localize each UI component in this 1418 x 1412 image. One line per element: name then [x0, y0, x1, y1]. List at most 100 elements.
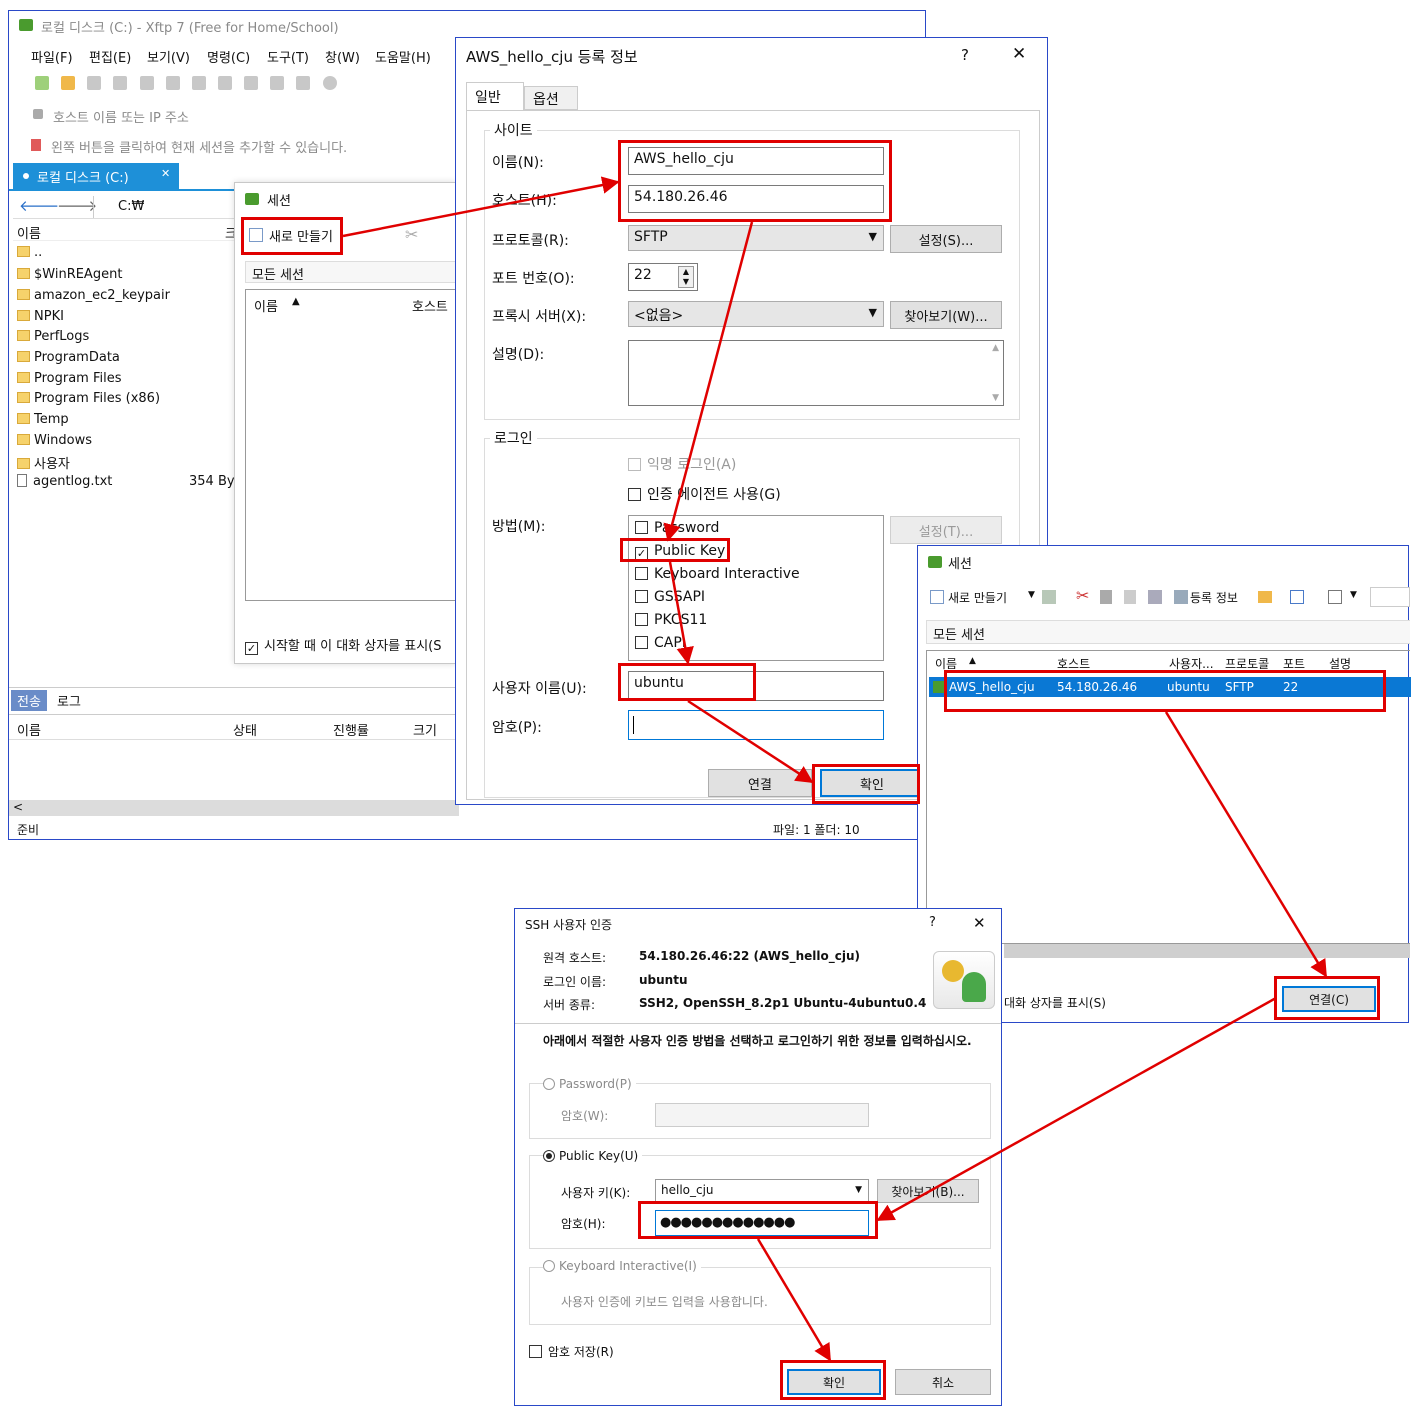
method-capi-checkbox[interactable]: [635, 636, 648, 649]
port-spinner-icon[interactable]: ▲ ▼: [678, 266, 694, 288]
session-large-show-at-start[interactable]: 대화 상자를 표시(S): [1004, 994, 1106, 1011]
ssh-close-button[interactable]: ✕: [973, 914, 986, 932]
copy-icon[interactable]: [191, 75, 206, 90]
disconnect-icon[interactable]: [113, 75, 128, 90]
kbd-option[interactable]: Keyboard Interactive(I): [543, 1259, 701, 1273]
address-bar[interactable]: 호스트 이름 또는 IP 주소: [29, 105, 459, 127]
menu-command[interactable]: 명령(C): [207, 47, 250, 66]
method-settings-button[interactable]: 설정(T)...: [890, 516, 1002, 544]
menu-edit[interactable]: 편집(E): [89, 47, 131, 66]
save-password-checkbox[interactable]: [529, 1345, 542, 1358]
menu-help[interactable]: 도움말(H): [375, 47, 431, 66]
cut-icon[interactable]: ✂: [1076, 586, 1089, 605]
view-dropdown-icon[interactable]: ▼: [1350, 590, 1357, 600]
show-at-start[interactable]: ✓ 시작할 때 이 대화 상자를 표시(S: [245, 635, 442, 655]
transfer-col-size[interactable]: 크기: [413, 720, 437, 739]
method-capi[interactable]: CAPI: [635, 635, 686, 651]
userkey-browse-button[interactable]: 찾아보기(B)...: [877, 1179, 979, 1203]
proxy-browse-button[interactable]: 찾아보기(W)...: [890, 301, 1002, 329]
use-agent-checkbox[interactable]: [628, 488, 641, 501]
toolbar-cut-icon[interactable]: ✂: [405, 225, 418, 244]
protocol-select[interactable]: SFTP ▼: [628, 225, 884, 251]
pubkey-radio[interactable]: [543, 1150, 555, 1162]
list-item[interactable]: Windows: [17, 433, 92, 448]
list-item[interactable]: amazon_ec2_keypair: [17, 288, 170, 303]
horizontal-scrollbar[interactable]: <: [9, 800, 459, 816]
method-pkcs11[interactable]: PKCS11: [635, 612, 707, 628]
list-item[interactable]: 사용자: [17, 453, 70, 472]
scroll-down-icon[interactable]: ▼: [992, 393, 999, 403]
method-pkcs11-checkbox[interactable]: [635, 613, 648, 626]
connect-icon[interactable]: [87, 75, 102, 90]
list-item[interactable]: Temp: [17, 412, 69, 427]
userkey-select[interactable]: hello_cju ▼: [655, 1179, 869, 1203]
session-col-name[interactable]: 이름: [254, 296, 278, 315]
paste-icon[interactable]: [217, 75, 232, 90]
properties-icon[interactable]: [1174, 590, 1188, 604]
ssh-help-button[interactable]: ?: [929, 915, 936, 930]
pubkey-option[interactable]: Public Key(U): [543, 1149, 643, 1163]
password-option[interactable]: Password(P): [543, 1077, 636, 1091]
tab-options[interactable]: 옵션: [524, 86, 578, 110]
password-radio[interactable]: [543, 1078, 555, 1090]
session-large-new-button[interactable]: 새로 만들기: [948, 589, 1007, 606]
dropdown-arrow-icon[interactable]: ▼: [1028, 590, 1035, 600]
save-password[interactable]: 암호 저장(R): [529, 1343, 614, 1360]
close-tab-icon[interactable]: ✕: [161, 167, 170, 180]
anon-login[interactable]: 익명 로그인(A): [628, 454, 736, 474]
props-connect-button[interactable]: 연결: [708, 769, 812, 797]
terminal-icon[interactable]: [165, 75, 180, 90]
list-item[interactable]: ..: [17, 245, 42, 260]
pass-input[interactable]: [628, 710, 884, 740]
ssh-cancel-button[interactable]: 취소: [895, 1369, 991, 1395]
shortcut-icon[interactable]: [1290, 590, 1304, 604]
list-item[interactable]: Program Files: [17, 371, 122, 386]
tab-general[interactable]: 일반: [466, 82, 524, 110]
transfer-col-progress[interactable]: 진행률: [333, 720, 369, 739]
password-input[interactable]: [655, 1103, 869, 1127]
settings-icon[interactable]: [139, 75, 154, 90]
col-name-header[interactable]: 이름: [17, 223, 41, 242]
transfer-col-name[interactable]: 이름: [17, 720, 41, 739]
document-icon[interactable]: [270, 75, 285, 90]
list-item[interactable]: agentlog.txt: [17, 474, 112, 489]
transfer-col-status[interactable]: 상태: [233, 720, 257, 739]
session-large-props-button[interactable]: 등록 정보: [1190, 589, 1238, 606]
transfer-icon[interactable]: [244, 75, 259, 90]
menu-window[interactable]: 창(W): [325, 47, 360, 66]
list-item[interactable]: PerfLogs: [17, 329, 89, 344]
menu-file[interactable]: 파일(F): [31, 47, 73, 66]
copy-icon[interactable]: [1100, 590, 1112, 604]
path-box[interactable]: C:₩: [93, 196, 239, 218]
method-keyboard[interactable]: Keyboard Interactive: [635, 566, 800, 582]
find-icon[interactable]: [1042, 590, 1056, 604]
show-at-start-checkbox[interactable]: ✓: [245, 642, 258, 655]
session-col-host[interactable]: 호스트: [412, 296, 448, 315]
local-disk-tab[interactable]: 로컬 디스크 (C:) ✕: [13, 163, 179, 189]
tab-transfer[interactable]: 전송: [11, 690, 47, 711]
search-box[interactable]: [1370, 587, 1410, 607]
anon-login-checkbox[interactable]: [628, 458, 641, 471]
open-folder-icon[interactable]: [61, 75, 76, 90]
list-item[interactable]: Program Files (x86): [17, 391, 160, 406]
list-item[interactable]: NPKI: [17, 309, 64, 324]
folder-open-icon[interactable]: [1258, 591, 1272, 603]
back-icon[interactable]: 🡐: [19, 196, 59, 215]
method-password-checkbox[interactable]: [635, 521, 648, 534]
method-password[interactable]: Password: [635, 520, 719, 536]
props-help-button[interactable]: ?: [961, 46, 969, 64]
use-agent[interactable]: 인증 에이전트 사용(G): [628, 484, 781, 504]
method-gssapi-checkbox[interactable]: [635, 590, 648, 603]
method-keyboard-checkbox[interactable]: [635, 567, 648, 580]
desc-textarea[interactable]: ▲ ▼: [628, 340, 1004, 406]
scroll-left-icon[interactable]: <: [13, 800, 23, 814]
delete-icon[interactable]: [1148, 590, 1162, 604]
new-session-icon[interactable]: [35, 75, 49, 90]
method-gssapi[interactable]: GSSAPI: [635, 589, 705, 605]
list-item[interactable]: ProgramData: [17, 350, 120, 365]
forward-icon[interactable]: 🡒: [57, 196, 97, 215]
menu-view[interactable]: 보기(V): [147, 47, 190, 66]
session-large-scrollbar[interactable]: [1004, 944, 1410, 958]
list-item[interactable]: $WinREAgent: [17, 267, 122, 282]
scroll-up-icon[interactable]: ▲: [992, 343, 999, 353]
